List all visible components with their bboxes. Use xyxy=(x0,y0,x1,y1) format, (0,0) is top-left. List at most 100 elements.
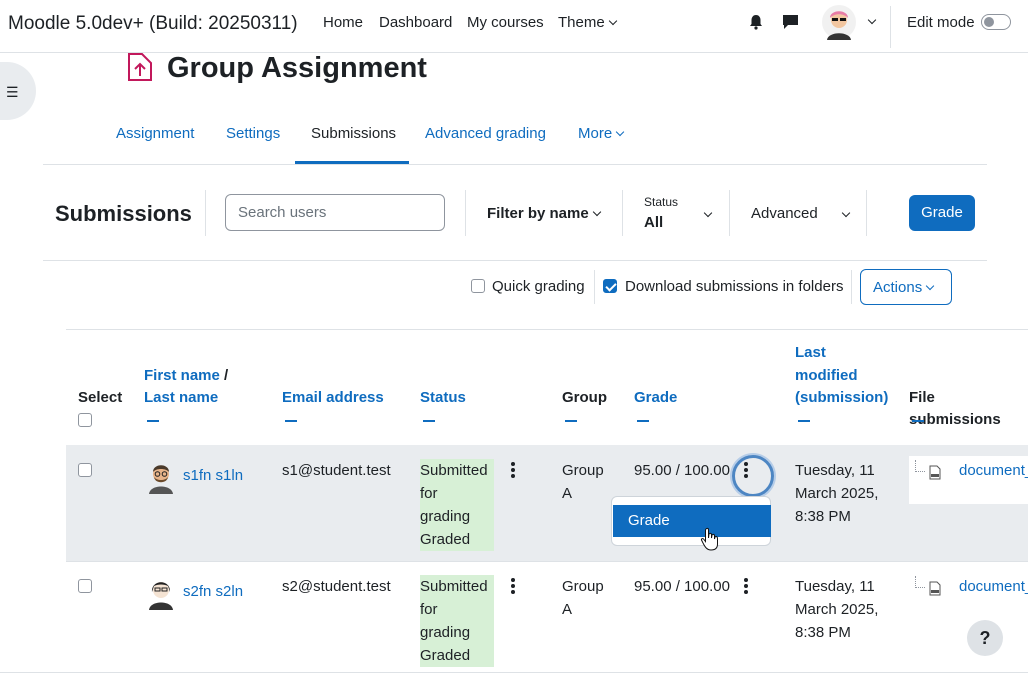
assignment-icon xyxy=(128,53,152,81)
kebab-menu-icon[interactable] xyxy=(744,462,748,478)
quick-grading-label[interactable]: Quick grading xyxy=(492,278,585,295)
grade-menu-item[interactable]: Grade xyxy=(613,505,771,537)
divider xyxy=(594,270,595,304)
tree-connector xyxy=(915,460,925,472)
user-name-link[interactable]: s1fn s1ln xyxy=(183,464,243,487)
chevron-down-icon xyxy=(592,207,601,217)
top-navbar: Moodle 5.0dev+ (Build: 20250311) Home Da… xyxy=(0,0,1028,53)
collapse-column-icon[interactable] xyxy=(798,420,810,422)
nav-my-courses[interactable]: My courses xyxy=(467,14,544,31)
quick-grading-checkbox[interactable] xyxy=(471,279,485,293)
last-name-sort-link[interactable]: Last name xyxy=(144,387,218,409)
collapse-column-icon[interactable] xyxy=(565,420,577,422)
kebab-menu-icon[interactable] xyxy=(511,462,515,478)
chevron-down-icon[interactable] xyxy=(703,208,713,218)
email-sort-link[interactable]: Email address xyxy=(282,387,384,409)
date-line: Tuesday, 11 xyxy=(795,578,875,595)
search-users-input[interactable]: Search users xyxy=(225,194,445,231)
user-avatar xyxy=(149,582,173,610)
group-text-line: Group xyxy=(562,578,604,595)
help-button[interactable]: ? xyxy=(967,620,1003,656)
last-modified-cell: Tuesday, 11 March 2025, 8:38 PM xyxy=(795,459,878,528)
date-line: 8:38 PM xyxy=(795,624,851,641)
filter-by-name-button[interactable]: Filter by name xyxy=(487,205,601,222)
chevron-down-icon xyxy=(608,16,617,26)
row-select-checkbox[interactable] xyxy=(78,463,92,477)
grade-action-menu: Grade xyxy=(611,496,771,546)
divider xyxy=(851,270,852,304)
nav-dashboard[interactable]: Dashboard xyxy=(379,14,452,31)
first-name-sort-link[interactable]: First name / xyxy=(144,365,228,387)
actions-button[interactable]: Actions xyxy=(860,269,952,305)
grade-sort-link[interactable]: Grade xyxy=(634,387,677,409)
edit-mode-label: Edit mode xyxy=(907,14,975,31)
group-header: Group xyxy=(562,389,607,406)
edit-mode-toggle[interactable] xyxy=(981,14,1011,30)
chevron-down-icon xyxy=(925,281,935,291)
hand-cursor-icon xyxy=(700,527,718,551)
file-link[interactable]: document_ xyxy=(959,459,1028,482)
tab-advanced-grading[interactable]: Advanced grading xyxy=(425,125,546,142)
tab-assignment[interactable]: Assignment xyxy=(116,125,194,142)
status-text-line: for xyxy=(420,485,438,502)
user-menu-chevron-icon[interactable] xyxy=(867,15,877,25)
kebab-menu-icon[interactable] xyxy=(511,578,515,594)
download-folders-label[interactable]: Download submissions in folders xyxy=(625,278,843,295)
user-avatar[interactable] xyxy=(822,4,856,40)
first-name-label: First name xyxy=(144,367,220,384)
divider xyxy=(866,190,867,236)
grade-menu-button[interactable] xyxy=(732,455,774,497)
divider xyxy=(66,561,1028,562)
collapse-column-icon[interactable] xyxy=(912,420,924,422)
pdf-file-icon xyxy=(929,465,941,480)
select-all-checkbox[interactable] xyxy=(78,413,92,427)
chat-icon[interactable] xyxy=(782,14,799,30)
tab-settings[interactable]: Settings xyxy=(226,125,280,142)
pdf-file-icon xyxy=(929,581,941,596)
divider xyxy=(465,190,466,236)
divider xyxy=(43,260,987,261)
collapse-column-icon[interactable] xyxy=(285,420,297,422)
tab-submissions[interactable]: Submissions xyxy=(311,125,396,142)
file-link[interactable]: document_ xyxy=(959,575,1028,598)
date-line: March 2025, xyxy=(795,485,879,502)
divider xyxy=(729,190,730,236)
last-modified-sort-link-line3[interactable]: (submission) xyxy=(795,387,888,409)
grade-button[interactable]: Grade xyxy=(909,195,975,231)
page-title: Group Assignment xyxy=(167,52,427,84)
grade-cell: 95.00 / 100.00 xyxy=(634,462,730,479)
divider xyxy=(622,190,623,236)
bell-icon[interactable] xyxy=(748,14,764,30)
status-filter-value[interactable]: All xyxy=(644,214,663,231)
nav-home[interactable]: Home xyxy=(323,14,363,31)
nav-theme[interactable]: Theme xyxy=(558,14,617,31)
last-modified-sort-link-line2[interactable]: modified xyxy=(795,365,858,387)
site-title[interactable]: Moodle 5.0dev+ (Build: 20250311) xyxy=(8,13,298,35)
status-text-line: Submitted xyxy=(420,462,488,479)
collapse-column-icon[interactable] xyxy=(147,420,159,422)
course-index-toggle[interactable]: ☰ xyxy=(0,62,36,120)
collapse-column-icon[interactable] xyxy=(423,420,435,422)
date-line: Tuesday, 11 xyxy=(795,462,875,479)
active-tab-indicator xyxy=(295,161,409,164)
row-select-checkbox[interactable] xyxy=(78,579,92,593)
status-text-line: Graded xyxy=(420,647,471,664)
date-line: 8:38 PM xyxy=(795,508,851,525)
status-sort-link[interactable]: Status xyxy=(420,387,466,409)
email-cell: s1@student.test xyxy=(282,462,391,479)
status-badge: Submitted for grading Graded xyxy=(420,459,494,551)
chevron-down-icon[interactable] xyxy=(841,208,851,218)
tab-more-label: More xyxy=(578,125,613,142)
user-name-link[interactable]: s2fn s2ln xyxy=(183,580,243,603)
actions-label: Actions xyxy=(873,279,923,296)
last-modified-sort-link-line1[interactable]: Last xyxy=(795,342,826,364)
date-line: March 2025, xyxy=(795,601,879,618)
status-filter-label: Status xyxy=(644,195,679,209)
tab-more[interactable]: More xyxy=(578,125,625,142)
download-folders-checkbox[interactable] xyxy=(603,279,617,293)
kebab-menu-icon[interactable] xyxy=(744,578,748,594)
collapse-column-icon[interactable] xyxy=(637,420,649,422)
tree-connector xyxy=(915,576,925,588)
advanced-filter-button[interactable]: Advanced xyxy=(751,205,818,222)
status-text-line: Graded xyxy=(420,531,471,548)
